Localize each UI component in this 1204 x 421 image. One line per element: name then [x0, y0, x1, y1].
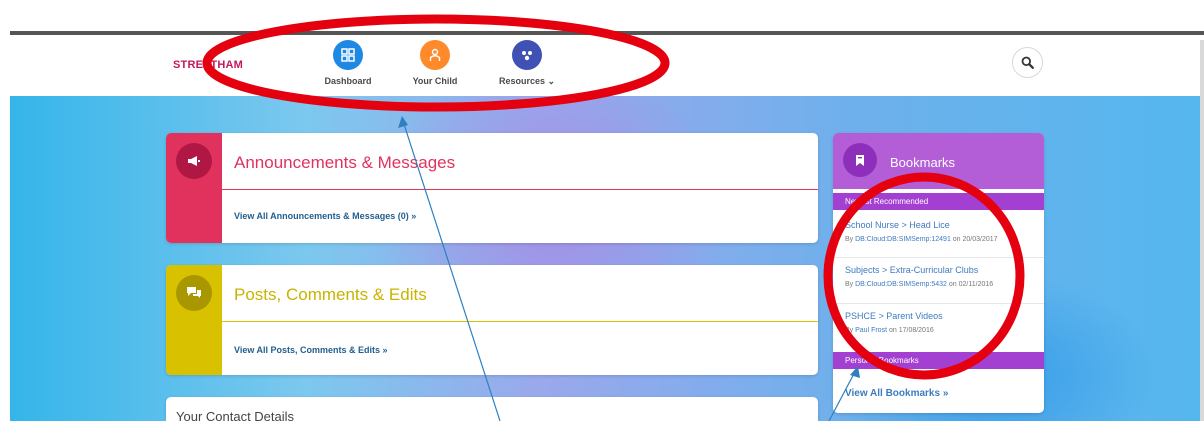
nav-resources[interactable]: Resources ⌄: [487, 40, 567, 87]
bookmark-divider: [833, 257, 1044, 258]
bookmark-author[interactable]: Paul Frost: [855, 327, 887, 334]
page-scrollbar[interactable]: [1200, 40, 1204, 421]
nav-your-child-label: Your Child: [412, 76, 458, 86]
bookmark-author[interactable]: DB:Cloud:DB:SIMSemp:5432: [855, 281, 947, 288]
announcements-title: Announcements & Messages: [234, 153, 456, 172]
contact-details-title: Your Contact Details: [176, 409, 295, 421]
posts-divider: [222, 321, 818, 322]
announcements-side-bar: [166, 133, 222, 243]
posts-side-bar: [166, 265, 222, 375]
bookmark-item: School Nurse > Head Lice By DB:Cloud:DB:…: [845, 220, 1038, 243]
bookmarks-header: Bookmarks: [833, 133, 1044, 189]
nav-resources-label: Resources ⌄: [498, 76, 556, 86]
bookmark-link[interactable]: Subjects > Extra-Curricular Clubs: [845, 265, 1038, 275]
bookmark-link[interactable]: School Nurse > Head Lice: [845, 220, 1038, 230]
bookmark-meta: By DB:Cloud:DB:SIMSemp:5432 on 02/11/201…: [845, 281, 994, 288]
child-icon: [420, 40, 450, 70]
bookmark-icon: [843, 143, 877, 177]
school-name[interactable]: STREATHAM: [173, 59, 243, 71]
view-all-posts-link[interactable]: View All Posts, Comments & Edits »: [234, 345, 388, 355]
top-navigation: STREATHAM Dashboard Your Child Resources…: [10, 35, 1200, 96]
bookmark-link[interactable]: PSHCE > Parent Videos: [845, 311, 1038, 321]
comments-icon: [176, 275, 212, 311]
bookmark-item: Subjects > Extra-Curricular Clubs By DB:…: [845, 265, 1038, 288]
bookmark-author[interactable]: DB:Cloud:DB:SIMSemp:12491: [855, 236, 951, 243]
contact-details-card: Your Contact Details: [166, 397, 818, 421]
view-all-bookmarks-link[interactable]: View All Bookmarks »: [845, 388, 948, 399]
bookmark-meta: By Paul Frost on 17/08/2016: [845, 327, 934, 334]
bookmark-meta: By DB:Cloud:DB:SIMSemp:12491 on 20/03/20…: [845, 236, 998, 243]
nav-your-child[interactable]: Your Child: [395, 40, 475, 86]
bookmark-item: PSHCE > Parent Videos By Paul Frost on 1…: [845, 311, 1038, 334]
chevron-down-icon: ⌄: [547, 76, 556, 86]
bookmarks-card: Bookmarks Newest Recommended School Nurs…: [833, 133, 1044, 413]
posts-card: Posts, Comments & Edits View All Posts, …: [166, 265, 818, 375]
megaphone-icon: [176, 143, 212, 179]
resources-icon: [512, 40, 542, 70]
announcements-divider: [222, 189, 818, 190]
newest-recommended-header: Newest Recommended: [833, 193, 1044, 210]
announcements-card: Announcements & Messages View All Announ…: [166, 133, 818, 243]
bookmark-divider: [833, 303, 1044, 304]
nav-dashboard-label: Dashboard: [324, 76, 372, 86]
search-button[interactable]: [1012, 47, 1043, 78]
search-icon: [1021, 56, 1034, 69]
dashboard-grid-icon: [333, 40, 363, 70]
bookmarks-title: Bookmarks: [890, 155, 956, 170]
view-all-announcements-link[interactable]: View All Announcements & Messages (0) »: [234, 211, 416, 221]
personal-bookmarks-header: Personal Bookmarks: [833, 352, 1044, 369]
nav-dashboard[interactable]: Dashboard: [308, 40, 388, 86]
page: STREATHAM Dashboard Your Child Resources…: [0, 0, 1204, 421]
posts-title: Posts, Comments & Edits: [234, 285, 427, 304]
